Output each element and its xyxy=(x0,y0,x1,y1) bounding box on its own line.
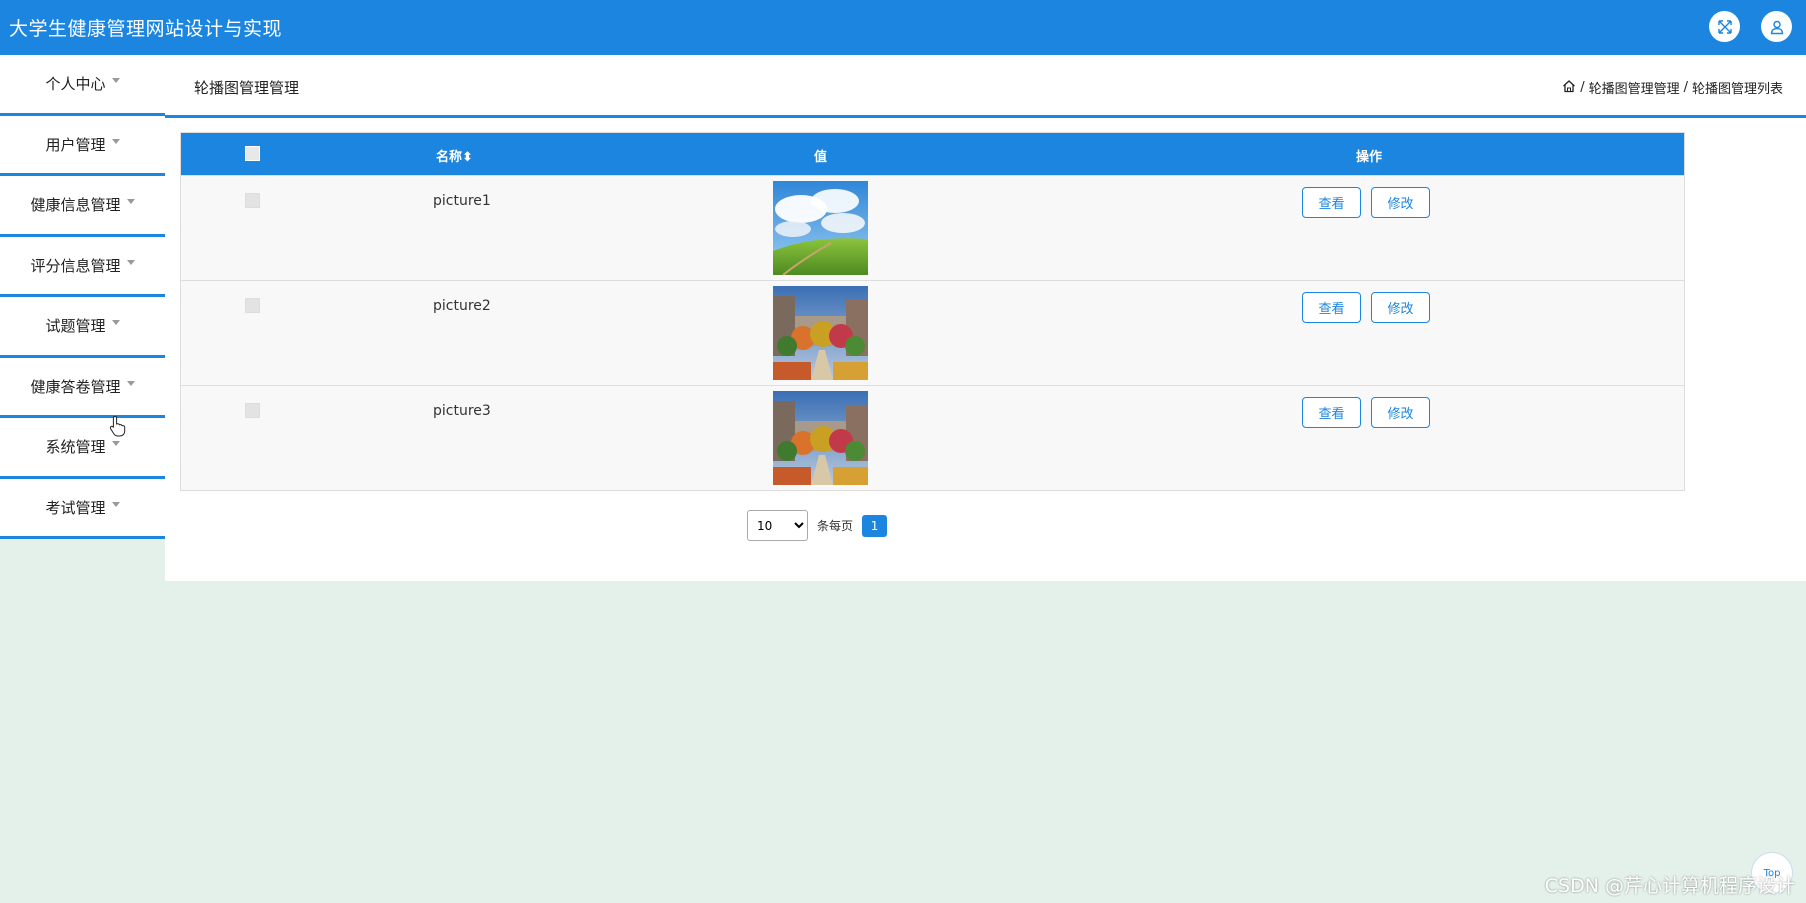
table-header: 名称⬍ 值 操作 xyxy=(181,133,1684,175)
page-title: 轮播图管理管理 xyxy=(194,79,300,97)
sidebar-item-score-info[interactable]: 评分信息管理 xyxy=(0,236,165,297)
row-checkbox[interactable] xyxy=(245,193,260,208)
row-name: picture2 xyxy=(433,298,491,314)
sidebar-item-exam[interactable]: 考试管理 xyxy=(0,478,165,539)
breadcrumb-level2: 轮播图管理列表 xyxy=(1691,82,1783,97)
watermark: CSDN @芹心计算机程序设计 xyxy=(1544,875,1795,897)
sidebar-item-label: 个人中心 xyxy=(45,75,106,94)
table-row: picture3 查看 修改 xyxy=(181,385,1684,490)
pagination: 10 条每页 1 xyxy=(747,510,888,541)
table-row: picture2 查看 修改 xyxy=(181,280,1684,385)
caret-down-icon xyxy=(111,78,120,84)
sidebar-item-label: 试题管理 xyxy=(45,317,106,336)
row-checkbox[interactable] xyxy=(245,298,260,313)
caret-down-icon xyxy=(111,501,120,507)
per-page-label: 条每页 xyxy=(817,519,854,533)
sidebar-item-label: 系统管理 xyxy=(45,438,106,457)
carousel-table: 名称⬍ 值 操作 picture1 查看 修改 picture2 查看 修改 p… xyxy=(180,132,1685,491)
row-name: picture3 xyxy=(433,403,491,419)
caret-down-icon xyxy=(126,259,135,265)
sidebar: 个人中心 用户管理 健康信息管理 评分信息管理 试题管理 健康答卷管理 系统管理… xyxy=(0,55,165,539)
column-header-value: 值 xyxy=(814,150,828,165)
hand-cursor-icon xyxy=(109,415,126,437)
breadcrumb-level1[interactable]: 轮播图管理管理 xyxy=(1589,78,1680,97)
breadcrumb-separator: / xyxy=(1683,80,1688,95)
row-image-campus-autumn xyxy=(773,286,868,380)
home-icon[interactable] xyxy=(1562,79,1576,97)
sidebar-item-label: 健康答卷管理 xyxy=(30,377,121,396)
view-button[interactable]: 查看 xyxy=(1302,292,1361,323)
row-image-grassland-sky xyxy=(773,181,868,275)
sidebar-item-label: 用户管理 xyxy=(45,135,106,154)
row-image-campus-autumn xyxy=(773,391,868,485)
column-header-actions: 操作 xyxy=(1356,150,1383,165)
caret-down-icon xyxy=(126,380,135,386)
sidebar-item-label: 健康信息管理 xyxy=(30,196,121,215)
sidebar-item-health-info[interactable]: 健康信息管理 xyxy=(0,176,165,237)
page-number-current[interactable]: 1 xyxy=(862,514,888,537)
column-header-name[interactable]: 名称⬍ xyxy=(436,146,473,165)
edit-button[interactable]: 修改 xyxy=(1371,187,1430,218)
sidebar-item-personal-center[interactable]: 个人中心 xyxy=(0,55,165,116)
caret-down-icon xyxy=(126,199,135,205)
table-row: picture1 查看 修改 xyxy=(181,175,1684,280)
row-checkbox[interactable] xyxy=(245,403,260,418)
page-header: 轮播图管理管理 / 轮播图管理管理 / 轮播图管理列表 xyxy=(165,55,1806,118)
caret-down-icon xyxy=(111,320,120,326)
sidebar-item-questions[interactable]: 试题管理 xyxy=(0,297,165,358)
edit-button[interactable]: 修改 xyxy=(1371,292,1430,323)
page-size-select[interactable]: 10 xyxy=(747,510,808,541)
sidebar-item-label: 考试管理 xyxy=(45,498,106,517)
sidebar-item-health-answers[interactable]: 健康答卷管理 xyxy=(0,357,165,418)
sort-icon[interactable]: ⬍ xyxy=(462,150,473,165)
caret-down-icon xyxy=(111,441,120,447)
sidebar-item-user-management[interactable]: 用户管理 xyxy=(0,115,165,176)
breadcrumb: / 轮播图管理管理 / 轮播图管理列表 xyxy=(1562,78,1783,97)
edit-button[interactable]: 修改 xyxy=(1371,397,1430,428)
breadcrumb-separator: / xyxy=(1580,80,1585,95)
select-all-checkbox[interactable] xyxy=(245,146,260,161)
row-name: picture1 xyxy=(433,193,491,209)
sidebar-item-label: 评分信息管理 xyxy=(30,256,121,275)
fullscreen-icon[interactable] xyxy=(1709,11,1740,42)
column-header-name-label: 名称 xyxy=(436,150,463,165)
user-icon[interactable] xyxy=(1761,11,1792,42)
sidebar-item-system[interactable]: 系统管理 xyxy=(0,418,165,479)
main-panel: 轮播图管理管理 / 轮播图管理管理 / 轮播图管理列表 名称⬍ 值 操作 pic… xyxy=(165,55,1806,581)
view-button[interactable]: 查看 xyxy=(1302,187,1361,218)
top-bar: 大学生健康管理网站设计与实现 xyxy=(0,0,1806,55)
view-button[interactable]: 查看 xyxy=(1302,397,1361,428)
caret-down-icon xyxy=(111,138,120,144)
app-title: 大学生健康管理网站设计与实现 xyxy=(9,18,283,40)
